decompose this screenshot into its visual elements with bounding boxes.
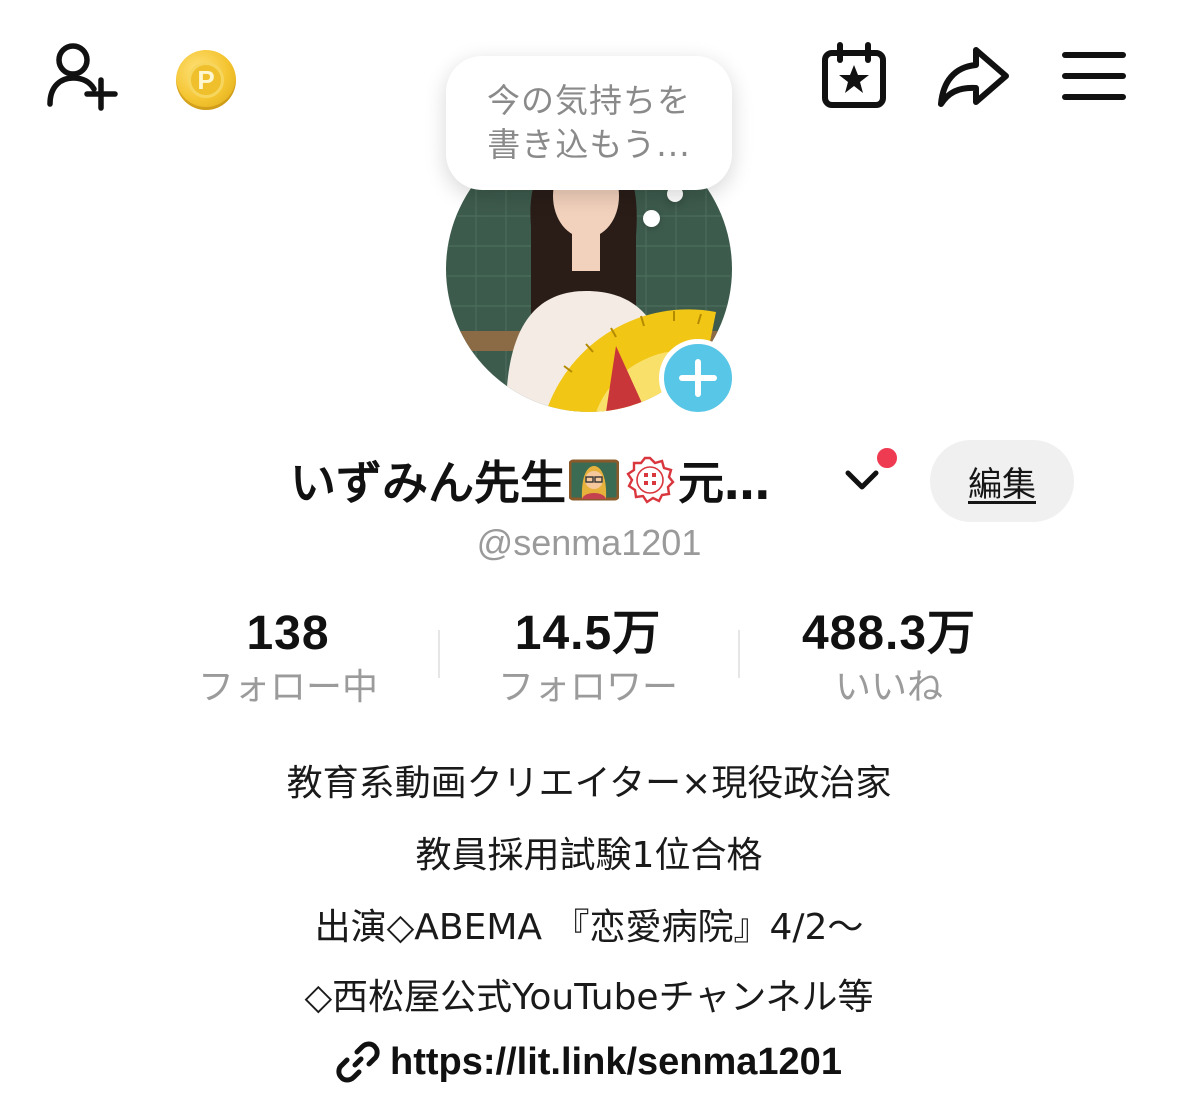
add-avatar-button[interactable] [659, 339, 737, 417]
profile-link[interactable]: https://lit.link/senma1201 [0, 1034, 1178, 1090]
bio-line: 出演◇ABEMA 『恋愛病院』4/2〜 [314, 907, 864, 948]
status-bubble[interactable]: 今の気持ちを 書き込もう... [446, 56, 732, 190]
plus-icon [679, 359, 717, 397]
calendar-button[interactable] [818, 40, 890, 112]
stat-following[interactable]: 138 フォロー中 [138, 604, 438, 710]
profile-name-text: いずみん先生 [290, 456, 566, 510]
profile-name[interactable]: いずみん先生 元… [290, 448, 770, 512]
coin-p-icon: P [188, 62, 224, 98]
profile-name-suffix: 元… [678, 456, 770, 510]
link-chain-icon [336, 1041, 380, 1083]
followers-count: 14.5万 [514, 607, 662, 660]
person-plus-icon [47, 43, 118, 111]
likes-count: 488.3万 [801, 607, 977, 660]
bubble-text-line2: 書き込もう... [487, 125, 691, 164]
seal-emoji-icon [625, 455, 675, 505]
teacher-emoji-icon [568, 455, 620, 505]
coin-button[interactable]: P [176, 50, 236, 110]
bio-line: 教育系動画クリエイター×現役政治家 [286, 763, 892, 804]
edit-profile-button[interactable]: 編集 [930, 440, 1074, 522]
profile-link-text: https://lit.link/senma1201 [390, 1040, 842, 1083]
share-button[interactable] [934, 40, 1012, 112]
hamburger-menu-icon [1062, 52, 1126, 100]
bio-line: 教員採用試験1位合格 [415, 835, 763, 876]
add-friend-button[interactable] [40, 38, 124, 114]
notification-dot [874, 445, 900, 471]
stat-likes[interactable]: 488.3万 いいね [739, 604, 1039, 710]
following-label: フォロー中 [197, 667, 378, 708]
following-count: 138 [246, 607, 330, 660]
calendar-star-icon [822, 42, 886, 108]
bubble-dot [643, 210, 660, 227]
followers-label: フォロワー [497, 667, 678, 708]
bubble-text-line1: 今の気持ちを [487, 81, 691, 120]
share-arrow-icon [938, 47, 1009, 107]
likes-label: いいね [834, 667, 943, 708]
bio-line: ◇西松屋公式YouTubeチャンネル等 [304, 977, 874, 1018]
username-handle: @senma1201 [476, 522, 702, 563]
stat-followers[interactable]: 14.5万 フォロワー [438, 604, 738, 710]
menu-button[interactable] [1062, 48, 1126, 104]
